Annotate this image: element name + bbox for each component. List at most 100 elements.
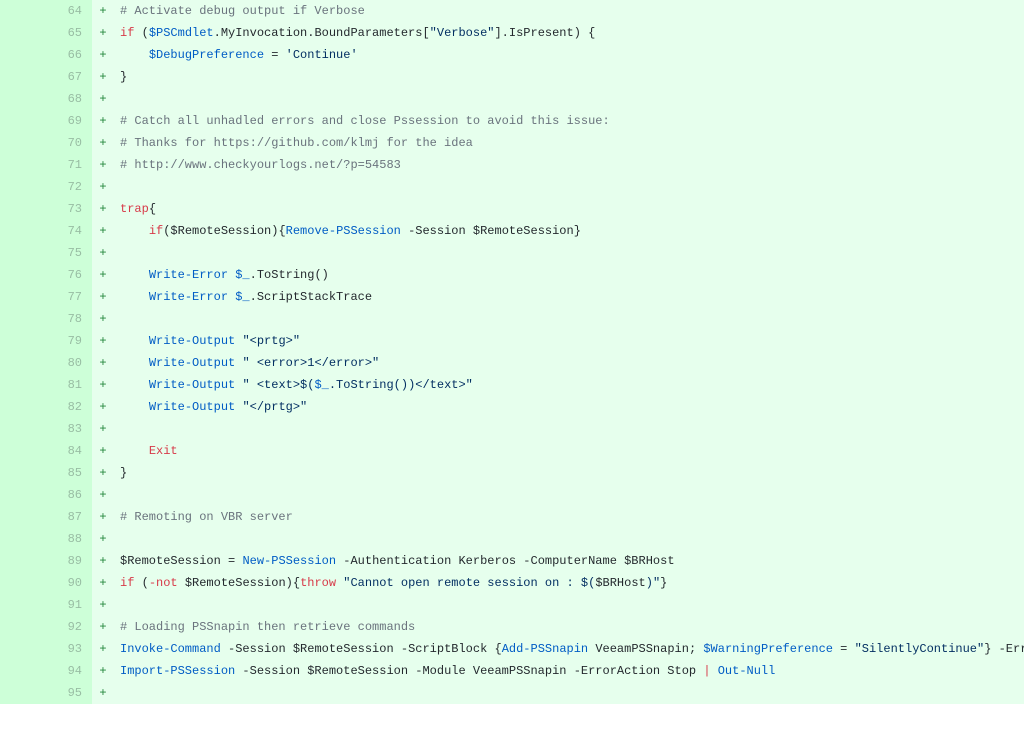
code-cell[interactable]: $DebugPreference = 'Continue' <box>114 44 1024 66</box>
line-number-new[interactable]: 72 <box>46 176 92 198</box>
code-cell[interactable] <box>114 594 1024 616</box>
line-number-old[interactable] <box>0 198 46 220</box>
line-number-new[interactable]: 80 <box>46 352 92 374</box>
code-cell[interactable] <box>114 418 1024 440</box>
diff-line: 79+ Write-Output "<prtg>" <box>0 330 1024 352</box>
line-number-old[interactable] <box>0 462 46 484</box>
line-number-new[interactable]: 89 <box>46 550 92 572</box>
line-number-old[interactable] <box>0 484 46 506</box>
code-cell[interactable] <box>114 528 1024 550</box>
line-number-old[interactable] <box>0 44 46 66</box>
line-number-new[interactable]: 69 <box>46 110 92 132</box>
code-cell[interactable] <box>114 308 1024 330</box>
line-number-new[interactable]: 88 <box>46 528 92 550</box>
line-number-new[interactable]: 86 <box>46 484 92 506</box>
code-cell[interactable]: if (-not $RemoteSession){throw "Cannot o… <box>114 572 1024 594</box>
line-number-new[interactable]: 64 <box>46 0 92 22</box>
line-number-old[interactable] <box>0 440 46 462</box>
line-number-new[interactable]: 85 <box>46 462 92 484</box>
line-number-old[interactable] <box>0 506 46 528</box>
code-cell[interactable]: # Loading PSSnapin then retrieve command… <box>114 616 1024 638</box>
code-cell[interactable]: Write-Output " <error>1</error>" <box>114 352 1024 374</box>
line-number-new[interactable]: 92 <box>46 616 92 638</box>
code-cell[interactable]: # Thanks for https://github.com/klmj for… <box>114 132 1024 154</box>
line-number-new[interactable]: 73 <box>46 198 92 220</box>
line-number-old[interactable] <box>0 638 46 660</box>
line-number-old[interactable] <box>0 66 46 88</box>
line-number-new[interactable]: 78 <box>46 308 92 330</box>
code-cell[interactable]: # Remoting on VBR server <box>114 506 1024 528</box>
line-number-new[interactable]: 76 <box>46 264 92 286</box>
code-cell[interactable]: } <box>114 462 1024 484</box>
line-number-old[interactable] <box>0 88 46 110</box>
line-number-new[interactable]: 71 <box>46 154 92 176</box>
line-number-old[interactable] <box>0 308 46 330</box>
code-cell[interactable] <box>114 682 1024 704</box>
code-cell[interactable] <box>114 242 1024 264</box>
line-number-old[interactable] <box>0 132 46 154</box>
line-number-new[interactable]: 77 <box>46 286 92 308</box>
line-number-new[interactable]: 82 <box>46 396 92 418</box>
line-number-old[interactable] <box>0 374 46 396</box>
code-cell[interactable]: Import-PSSession -Session $RemoteSession… <box>114 660 1024 682</box>
line-number-new[interactable]: 66 <box>46 44 92 66</box>
diff-line: 69+# Catch all unhadled errors and close… <box>0 110 1024 132</box>
line-number-old[interactable] <box>0 660 46 682</box>
code-cell[interactable]: $RemoteSession = New-PSSession -Authenti… <box>114 550 1024 572</box>
line-number-old[interactable] <box>0 550 46 572</box>
diff-line: 82+ Write-Output "</prtg>" <box>0 396 1024 418</box>
line-number-old[interactable] <box>0 352 46 374</box>
line-number-new[interactable]: 87 <box>46 506 92 528</box>
line-number-old[interactable] <box>0 682 46 704</box>
code-cell[interactable]: Write-Output " <text>$($_.ToString())</t… <box>114 374 1024 396</box>
code-cell[interactable]: Write-Error $_.ToString() <box>114 264 1024 286</box>
line-number-new[interactable]: 68 <box>46 88 92 110</box>
line-number-old[interactable] <box>0 0 46 22</box>
line-number-new[interactable]: 65 <box>46 22 92 44</box>
code-cell[interactable]: # Activate debug output if Verbose <box>114 0 1024 22</box>
code-cell[interactable] <box>114 484 1024 506</box>
code-cell[interactable]: Exit <box>114 440 1024 462</box>
code-cell[interactable]: Write-Output "<prtg>" <box>114 330 1024 352</box>
line-number-old[interactable] <box>0 616 46 638</box>
line-number-new[interactable]: 79 <box>46 330 92 352</box>
code-cell[interactable] <box>114 176 1024 198</box>
line-number-old[interactable] <box>0 572 46 594</box>
line-number-new[interactable]: 75 <box>46 242 92 264</box>
line-number-new[interactable]: 81 <box>46 374 92 396</box>
line-number-new[interactable]: 70 <box>46 132 92 154</box>
line-number-new[interactable]: 94 <box>46 660 92 682</box>
code-cell[interactable]: Invoke-Command -Session $RemoteSession -… <box>114 638 1024 660</box>
line-number-new[interactable]: 91 <box>46 594 92 616</box>
line-number-old[interactable] <box>0 330 46 352</box>
code-cell[interactable]: # http://www.checkyourlogs.net/?p=54583 <box>114 154 1024 176</box>
code-cell[interactable]: trap{ <box>114 198 1024 220</box>
line-number-new[interactable]: 84 <box>46 440 92 462</box>
code-cell[interactable] <box>114 88 1024 110</box>
line-number-old[interactable] <box>0 176 46 198</box>
line-number-old[interactable] <box>0 154 46 176</box>
line-number-old[interactable] <box>0 220 46 242</box>
line-number-old[interactable] <box>0 396 46 418</box>
line-number-old[interactable] <box>0 528 46 550</box>
line-number-old[interactable] <box>0 286 46 308</box>
line-number-old[interactable] <box>0 594 46 616</box>
code-cell[interactable]: } <box>114 66 1024 88</box>
line-number-new[interactable]: 93 <box>46 638 92 660</box>
line-number-new[interactable]: 83 <box>46 418 92 440</box>
line-number-new[interactable]: 67 <box>46 66 92 88</box>
diff-line: 75+ <box>0 242 1024 264</box>
code-cell[interactable]: if($RemoteSession){Remove-PSSession -Ses… <box>114 220 1024 242</box>
line-number-new[interactable]: 74 <box>46 220 92 242</box>
line-number-new[interactable]: 90 <box>46 572 92 594</box>
line-number-new[interactable]: 95 <box>46 682 92 704</box>
line-number-old[interactable] <box>0 264 46 286</box>
code-cell[interactable]: Write-Error $_.ScriptStackTrace <box>114 286 1024 308</box>
code-cell[interactable]: # Catch all unhadled errors and close Ps… <box>114 110 1024 132</box>
line-number-old[interactable] <box>0 242 46 264</box>
code-cell[interactable]: if ($PSCmdlet.MyInvocation.BoundParamete… <box>114 22 1024 44</box>
line-number-old[interactable] <box>0 22 46 44</box>
line-number-old[interactable] <box>0 110 46 132</box>
line-number-old[interactable] <box>0 418 46 440</box>
code-cell[interactable]: Write-Output "</prtg>" <box>114 396 1024 418</box>
